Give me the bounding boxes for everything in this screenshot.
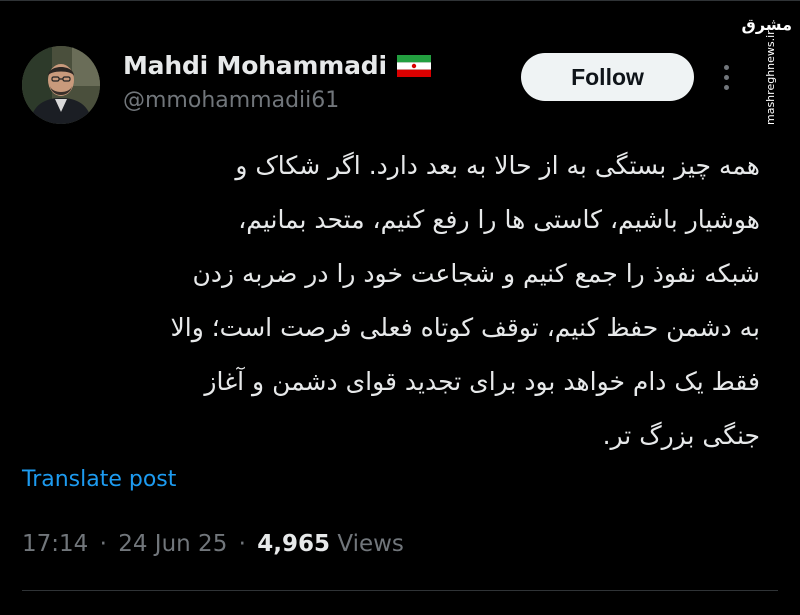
meta-separator: · bbox=[238, 531, 246, 557]
tweet-meta: 17:14 · 24 Jun 25 · 4,965 Views bbox=[22, 531, 404, 557]
tweet-text-line: جنگی بزرگ تر. bbox=[602, 421, 760, 450]
more-dot bbox=[723, 84, 729, 90]
tweet-card: Mahdi Mohammadi @mmohammadii61 Follow مش… bbox=[0, 0, 800, 615]
avatar-image bbox=[22, 46, 100, 124]
tweet-text-line: هوشیار باشیم، کاستی ها را رفع کنیم، متحد… bbox=[238, 205, 760, 234]
author-handle[interactable]: @mmohammadii61 bbox=[123, 88, 339, 113]
author-name-row: Mahdi Mohammadi bbox=[123, 51, 431, 80]
watermark-url: mashreghnews.ir bbox=[764, 30, 777, 125]
divider bbox=[22, 590, 778, 591]
tweet-text: همه چیز بستگی به از حالا به بعد دارد. اگ… bbox=[40, 139, 760, 463]
author-display-name[interactable]: Mahdi Mohammadi bbox=[123, 51, 387, 80]
views-count[interactable]: 4,965 bbox=[257, 531, 330, 557]
tweet-text-line: به دشمن حفظ کنیم، توقف کوتاه فعلی فرصت ا… bbox=[170, 313, 760, 342]
meta-separator: · bbox=[99, 531, 107, 557]
follow-button[interactable]: Follow bbox=[521, 53, 694, 101]
more-vertical-icon[interactable] bbox=[712, 59, 740, 95]
more-dot bbox=[723, 74, 729, 80]
tweet-date[interactable]: 24 Jun 25 bbox=[118, 531, 227, 557]
translate-post-link[interactable]: Translate post bbox=[22, 467, 176, 492]
tweet-text-line: شبکه نفوذ را جمع کنیم و شجاعت خود را در … bbox=[192, 259, 760, 288]
tweet-text-line: فقط یک دام خواهد بود برای تجدید قوای دشم… bbox=[204, 367, 760, 396]
avatar[interactable] bbox=[22, 46, 100, 124]
tweet-time[interactable]: 17:14 bbox=[22, 531, 88, 557]
iran-flag-icon bbox=[396, 54, 431, 77]
views-label: Views bbox=[337, 531, 404, 557]
watermark: مشرق mashreghnews.ir bbox=[742, 5, 792, 125]
tweet-text-line: همه چیز بستگی به از حالا به بعد دارد. اگ… bbox=[235, 151, 760, 180]
more-dot bbox=[723, 64, 729, 70]
